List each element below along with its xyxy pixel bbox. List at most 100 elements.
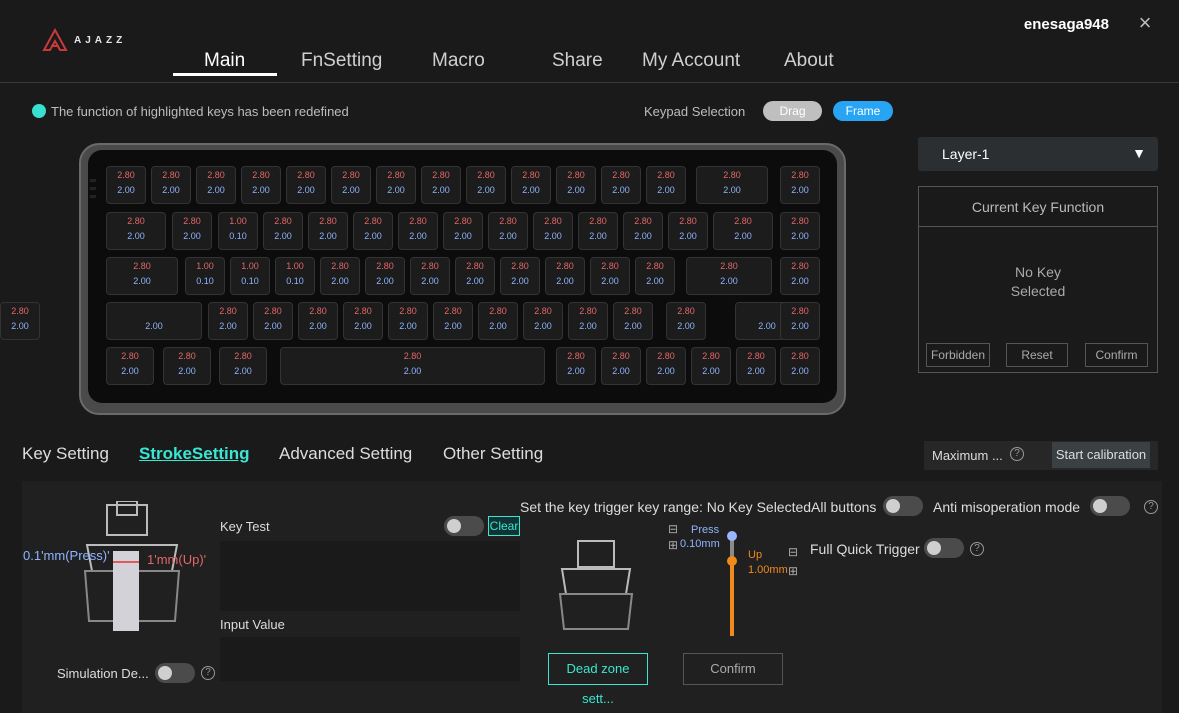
keyboard-key[interactable]: 2.80 2.00	[433, 302, 473, 340]
up-plus-icon[interactable]: ⊞	[788, 564, 798, 578]
keyboard-key[interactable]: 2.80 2.00	[523, 302, 563, 340]
keyboard-key[interactable]: 2.80 2.00	[478, 302, 518, 340]
tab-key-setting[interactable]: Key Setting	[22, 444, 109, 464]
help-icon[interactable]: ?	[970, 542, 984, 556]
keyboard-key[interactable]: 2.80 2.00	[365, 257, 405, 295]
keyboard-key[interactable]: 2.80 2.00	[646, 166, 686, 204]
keyboard-key[interactable]: 1.00 0.10	[230, 257, 270, 295]
keyboard-key[interactable]: 2.80 2.00	[713, 212, 773, 250]
full-quick-trigger-toggle[interactable]	[924, 538, 964, 558]
keyboard-key[interactable]: 2.80 2.00	[590, 257, 630, 295]
keyboard-key[interactable]: 2.80 2.00	[353, 212, 393, 250]
keyboard-key[interactable]: 2.80 2.00	[286, 166, 326, 204]
layer-dropdown[interactable]: Layer-1 ▼	[918, 137, 1158, 171]
keyboard-key[interactable]: 2.00	[106, 302, 202, 340]
keyboard-key[interactable]: 2.80 2.00	[780, 166, 820, 204]
keyboard-key[interactable]: 2.80 2.00	[666, 302, 706, 340]
frame-button[interactable]: Frame	[833, 101, 893, 121]
keyboard-key[interactable]: 2.80 2.00	[736, 347, 776, 385]
up-minus-icon[interactable]: ⊟	[788, 545, 798, 559]
keyboard-key[interactable]: 2.80 2.00	[298, 302, 338, 340]
confirm-key-button[interactable]: Confirm	[1085, 343, 1148, 367]
keyboard-key[interactable]: 2.80 2.00	[601, 347, 641, 385]
keyboard-key[interactable]: 2.80 2.00	[780, 257, 820, 295]
input-value-field[interactable]	[220, 637, 520, 681]
keyboard-key[interactable]: 2.80 2.00	[466, 166, 506, 204]
key-test-area[interactable]	[220, 541, 520, 611]
help-icon[interactable]: ?	[201, 666, 215, 680]
keyboard-key[interactable]: 2.80 2.00	[780, 347, 820, 385]
press-slider-handle[interactable]	[727, 531, 737, 541]
help-icon[interactable]: ?	[1010, 447, 1024, 461]
keyboard-key[interactable]: 2.80 2.00	[556, 166, 596, 204]
keyboard-key[interactable]: 2.80 2.00	[691, 347, 731, 385]
keyboard-key[interactable]: 2.80 2.00	[613, 302, 653, 340]
press-minus-icon[interactable]: ⊟	[668, 522, 678, 536]
up-slider-handle[interactable]	[727, 556, 737, 566]
keyboard-key[interactable]: 2.80 2.00	[601, 166, 641, 204]
start-calibration-button[interactable]: Start calibration	[1052, 442, 1150, 468]
reset-button[interactable]: Reset	[1006, 343, 1068, 367]
tab-advanced-setting[interactable]: Advanced Setting	[279, 444, 412, 464]
keyboard-key[interactable]: 2.80 2.00	[106, 347, 154, 385]
forbidden-button[interactable]: Forbidden	[926, 343, 990, 367]
keyboard-key[interactable]: 2.80 2.00	[635, 257, 675, 295]
keyboard-key[interactable]: 2.80 2.00	[578, 212, 618, 250]
keyboard-key[interactable]: 2.80 2.00	[668, 212, 708, 250]
tab-main[interactable]: Main	[204, 50, 245, 72]
keyboard-key[interactable]: 2.80 2.00	[219, 347, 267, 385]
keyboard-key[interactable]: 2.80 2.00	[388, 302, 428, 340]
keyboard-key[interactable]: 2.80 2.00	[151, 166, 191, 204]
keyboard-key[interactable]: 2.80 2.00	[263, 212, 303, 250]
keyboard-key[interactable]: 2.80 2.00	[686, 257, 772, 295]
keyboard-key[interactable]: 2.80 2.00	[533, 212, 573, 250]
keyboard-key[interactable]: 2.80 2.00	[556, 347, 596, 385]
keyboard-key[interactable]: 2.80 2.00	[241, 166, 281, 204]
close-icon[interactable]: ×	[1135, 12, 1155, 34]
keyboard-key[interactable]: 2.80 2.00	[443, 212, 483, 250]
keyboard-key[interactable]: 2.80 2.00	[511, 166, 551, 204]
keyboard-key[interactable]: 2.80 2.00	[196, 166, 236, 204]
keyboard-key[interactable]: 2.80 2.00	[163, 347, 211, 385]
keyboard-key[interactable]: 2.80 2.00	[208, 302, 248, 340]
press-plus-icon[interactable]: ⊞	[668, 538, 678, 552]
keyboard-key[interactable]: 2.80 2.00	[343, 302, 383, 340]
keyboard-key[interactable]: 2.80 2.00	[488, 212, 528, 250]
keyboard-key[interactable]: 2.80 2.00	[455, 257, 495, 295]
keyboard-key[interactable]: 2.80 2.00	[308, 212, 348, 250]
keyboard-key[interactable]: 2.80 2.00	[410, 257, 450, 295]
all-buttons-toggle[interactable]	[883, 496, 923, 516]
keyboard-key[interactable]: 2.80 2.00	[320, 257, 360, 295]
keyboard-key[interactable]: 2.80 2.00	[545, 257, 585, 295]
keyboard-key[interactable]: 2.80 2.00	[280, 347, 545, 385]
tab-macro[interactable]: Macro	[432, 50, 485, 72]
keyboard-key[interactable]: 2.80 2.00	[568, 302, 608, 340]
key-test-toggle[interactable]	[444, 516, 484, 536]
keyboard-key[interactable]: 2.80 2.00	[780, 302, 820, 340]
tab-my-account[interactable]: My Account	[642, 50, 740, 72]
tab-about[interactable]: About	[784, 50, 834, 72]
tab-fnsetting[interactable]: FnSetting	[301, 50, 382, 72]
keyboard-key[interactable]: 2.80 2.00	[172, 212, 212, 250]
keyboard-key[interactable]: 1.00 0.10	[185, 257, 225, 295]
dead-zone-button[interactable]: Dead zone sett...	[548, 653, 648, 706]
help-icon[interactable]: ?	[1144, 500, 1158, 514]
keyboard-key[interactable]: 2.80 2.00	[500, 257, 540, 295]
keyboard-key[interactable]: 2.80 2.00	[106, 212, 166, 250]
keyboard-key[interactable]: 2.80 2.00	[106, 166, 146, 204]
keyboard-key[interactable]: 1.00 0.10	[275, 257, 315, 295]
keyboard-key[interactable]: 2.80 2.00	[0, 302, 40, 340]
tab-other-setting[interactable]: Other Setting	[443, 444, 543, 464]
keyboard-key[interactable]: 2.80 2.00	[398, 212, 438, 250]
keyboard-key[interactable]: 2.80 2.00	[780, 212, 820, 250]
confirm-stroke-button[interactable]: Confirm	[683, 653, 783, 685]
simulation-toggle[interactable]	[155, 663, 195, 683]
keyboard-key[interactable]: 2.80 2.00	[106, 257, 178, 295]
keyboard-key[interactable]: 2.80 2.00	[646, 347, 686, 385]
keyboard-key[interactable]: 2.80 2.00	[421, 166, 461, 204]
keyboard-key[interactable]: 2.80 2.00	[331, 166, 371, 204]
keyboard-key[interactable]: 2.80 2.00	[623, 212, 663, 250]
keyboard-key[interactable]: 1.00 0.10	[218, 212, 258, 250]
keyboard-key[interactable]: 2.80 2.00	[376, 166, 416, 204]
tab-share[interactable]: Share	[552, 50, 603, 72]
